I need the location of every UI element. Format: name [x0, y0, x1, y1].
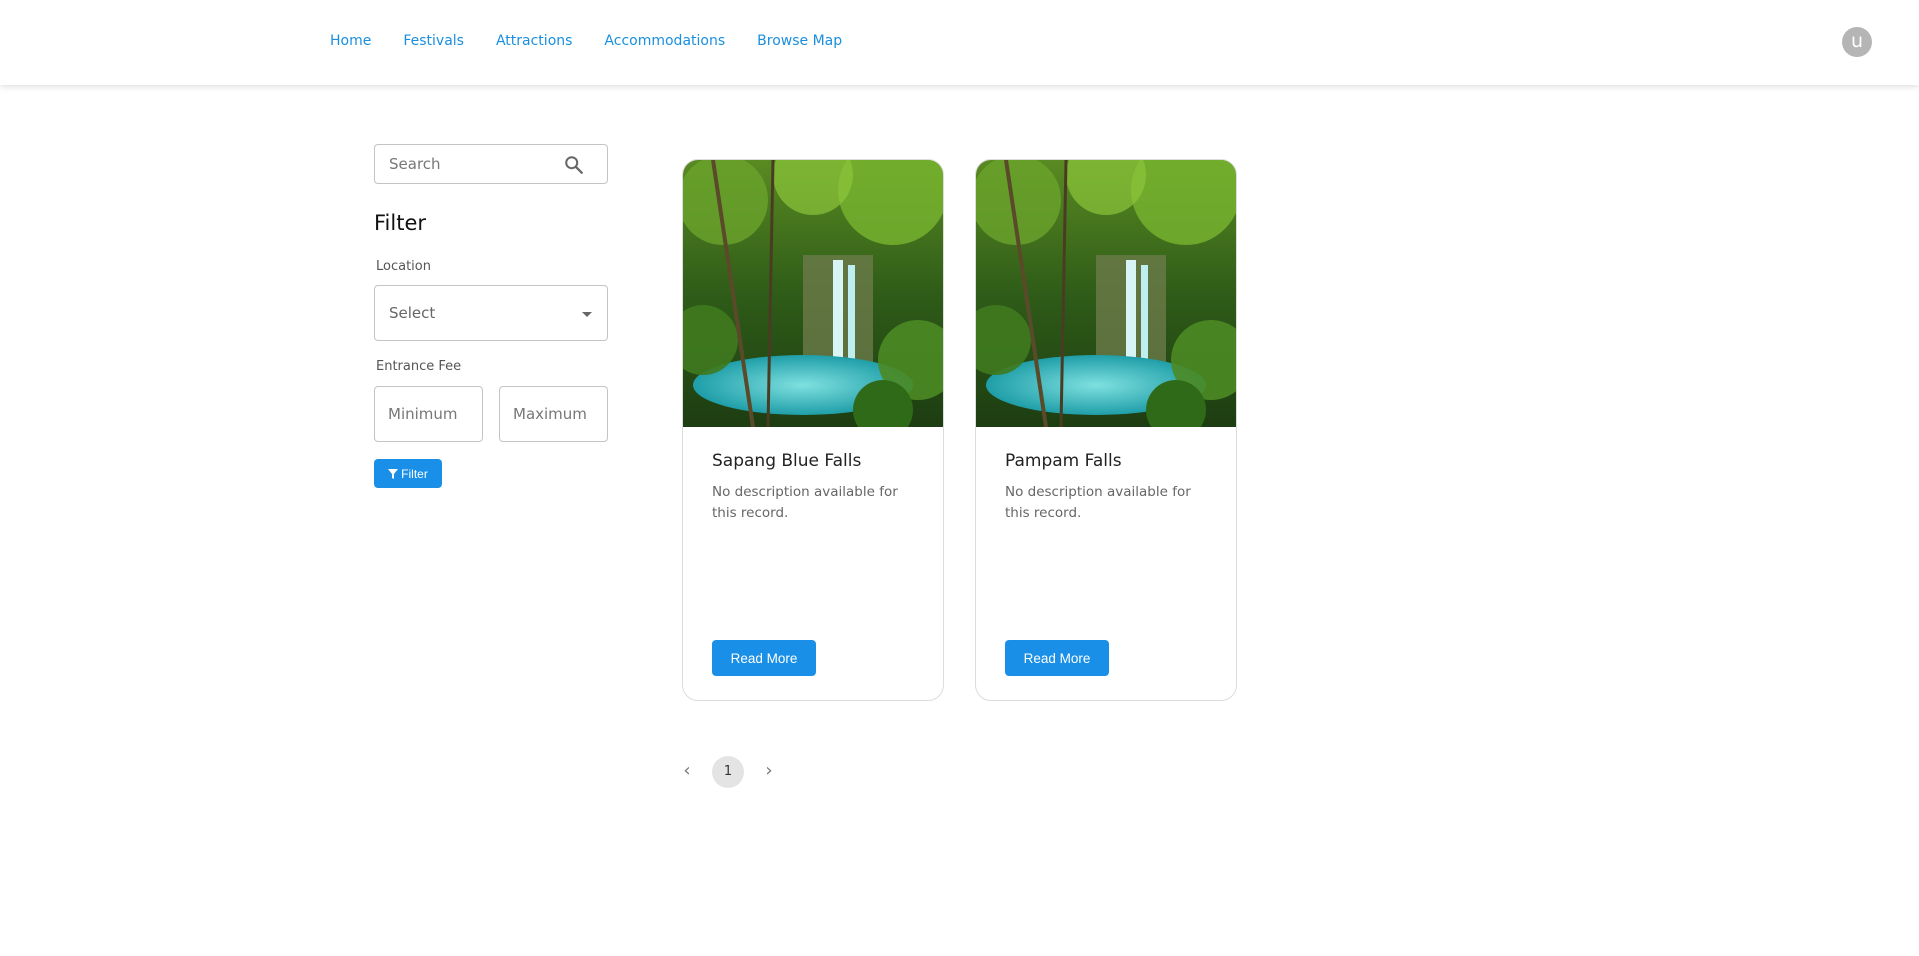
waterfall-photo[interactable]	[683, 160, 944, 427]
location-select-value: Select	[389, 304, 436, 322]
chevron-right-icon[interactable]: ›	[758, 756, 780, 788]
nav-accommodations[interactable]: Accommodations	[604, 33, 725, 49]
user-avatar[interactable]: u	[1842, 27, 1872, 57]
minimum-fee-box	[374, 386, 483, 442]
pagination: ‹ 1 ›	[676, 756, 780, 788]
maximum-fee-input[interactable]	[513, 405, 603, 423]
search-box	[374, 144, 608, 184]
location-select[interactable]: Select	[374, 285, 608, 341]
card-description: No description available for this record…	[1005, 484, 1191, 521]
page-number-button[interactable]: 1	[712, 756, 744, 788]
search-input[interactable]	[389, 155, 559, 173]
waterfall-photo[interactable]	[976, 160, 1237, 427]
maximum-fee-box	[499, 386, 608, 442]
read-more-button[interactable]: Read More	[1005, 640, 1109, 676]
entrance-fee-label: Entrance Fee	[376, 359, 462, 374]
card-title: Sapang Blue Falls	[712, 451, 862, 471]
main-nav: Home Festivals Attractions Accommodation…	[330, 33, 874, 49]
card-description: No description available for this record…	[712, 484, 898, 521]
nav-attractions[interactable]: Attractions	[496, 33, 572, 49]
nav-home[interactable]: Home	[330, 33, 371, 49]
minimum-fee-input[interactable]	[388, 405, 478, 423]
nav-festivals[interactable]: Festivals	[403, 33, 464, 49]
attraction-card: Sapang Blue Falls No description availab…	[682, 159, 944, 701]
filter-button-label: Filter	[401, 466, 428, 481]
read-more-button[interactable]: Read More	[712, 640, 816, 676]
caret-down-icon	[582, 312, 592, 317]
search-icon[interactable]	[563, 154, 585, 176]
filter-heading: Filter	[374, 211, 427, 235]
chevron-left-icon[interactable]: ‹	[676, 756, 698, 788]
funnel-icon	[388, 468, 399, 479]
location-label: Location	[376, 259, 431, 274]
top-navigation-bar: Home Festivals Attractions Accommodation…	[0, 0, 1919, 85]
filter-button[interactable]: Filter	[374, 459, 442, 488]
attraction-card: Pampam Falls No description available fo…	[975, 159, 1237, 701]
nav-browse-map[interactable]: Browse Map	[757, 33, 842, 49]
card-title: Pampam Falls	[1005, 451, 1122, 471]
